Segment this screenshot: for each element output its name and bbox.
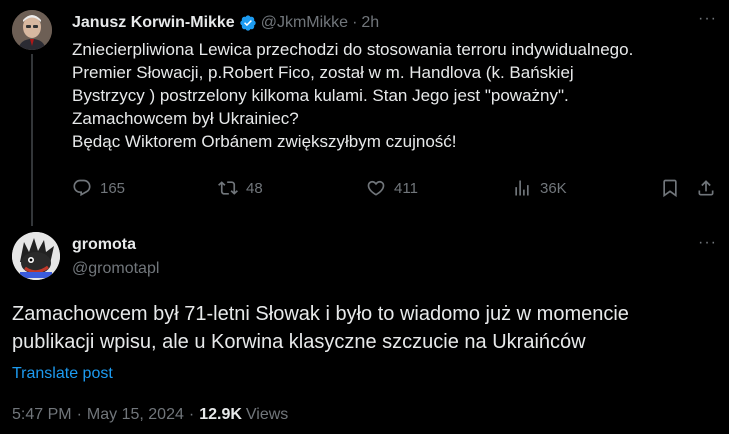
post-views-count[interactable]: 12.9K bbox=[199, 406, 242, 424]
tweet-actions: 165 48 411 36K bbox=[72, 178, 720, 202]
avatar-photo bbox=[12, 232, 60, 280]
reply-author-handle[interactable]: @gromotapl bbox=[72, 260, 159, 278]
reply-icon bbox=[73, 179, 91, 197]
views-count: 36K bbox=[540, 179, 567, 197]
author-name[interactable]: Janusz Korwin-Mikke bbox=[72, 14, 235, 32]
tweet-header: Janusz Korwin-Mikke @JkmMikke · 2h bbox=[72, 12, 379, 34]
tweet-text-line: Zamachowcem był Ukrainiec? bbox=[72, 109, 299, 128]
author-avatar[interactable] bbox=[12, 10, 52, 50]
author-handle[interactable]: @JkmMikke bbox=[261, 14, 348, 32]
like-button[interactable]: 411 bbox=[366, 178, 418, 198]
post-date[interactable]: May 15, 2024 bbox=[87, 406, 184, 424]
bookmark-icon bbox=[663, 179, 677, 198]
bookmark-button[interactable] bbox=[660, 178, 688, 198]
post-views-label: Views bbox=[245, 406, 289, 423]
like-count: 411 bbox=[394, 179, 418, 197]
tweet-text: Zniecierpliwiona Lewica przechodzi do st… bbox=[72, 38, 722, 153]
share-button[interactable] bbox=[696, 178, 724, 198]
reply-count: 165 bbox=[100, 179, 126, 197]
views-icon bbox=[515, 180, 529, 196]
separator-dot: · bbox=[352, 14, 358, 31]
repost-icon bbox=[218, 181, 238, 195]
reply-text: Zamachowcem był 71-letni Słowak i było t… bbox=[12, 300, 717, 356]
tweet-text-line: Zniecierpliwiona Lewica przechodzi do st… bbox=[72, 40, 634, 59]
reply-button[interactable]: 165 bbox=[72, 178, 125, 198]
reply-text-line: publikacji wpisu, ale u Korwina klasyczn… bbox=[12, 331, 586, 353]
tweet-text-line: Bystrzycy ) postrzelony kilkoma kulami. … bbox=[72, 86, 569, 105]
tweet-text-line: Premier Słowacji, p.Robert Fico, został … bbox=[72, 63, 574, 82]
tweet-text-line: Będąc Wiktorem Orbánem zwiększyłbym czuj… bbox=[72, 132, 457, 151]
reply-more-options-button[interactable]: ··· bbox=[698, 234, 717, 252]
verified-badge-icon[interactable] bbox=[239, 14, 257, 32]
avatar-photo bbox=[12, 10, 52, 50]
repost-button[interactable]: 48 bbox=[218, 178, 263, 198]
reply-author-avatar[interactable] bbox=[12, 232, 60, 280]
translate-post-link[interactable]: Translate post bbox=[12, 365, 113, 383]
share-icon bbox=[698, 180, 714, 196]
thread-line bbox=[31, 54, 33, 226]
post-time[interactable]: 5:47 PM bbox=[12, 406, 72, 424]
reply-text-line: Zamachowcem był 71-letni Słowak i było t… bbox=[12, 303, 629, 325]
tweet-time[interactable]: 2h bbox=[361, 14, 379, 32]
post-metadata: 5:47 PM · May 15, 2024 · 12.9K Views bbox=[12, 406, 288, 424]
more-options-button[interactable]: ··· bbox=[698, 10, 717, 28]
reply-author-name[interactable]: gromota bbox=[72, 236, 136, 254]
views-button[interactable]: 36K bbox=[512, 178, 567, 198]
like-icon bbox=[367, 180, 385, 196]
separator-dot: · bbox=[76, 406, 82, 423]
separator-dot: · bbox=[188, 406, 195, 423]
repost-count: 48 bbox=[246, 179, 263, 197]
